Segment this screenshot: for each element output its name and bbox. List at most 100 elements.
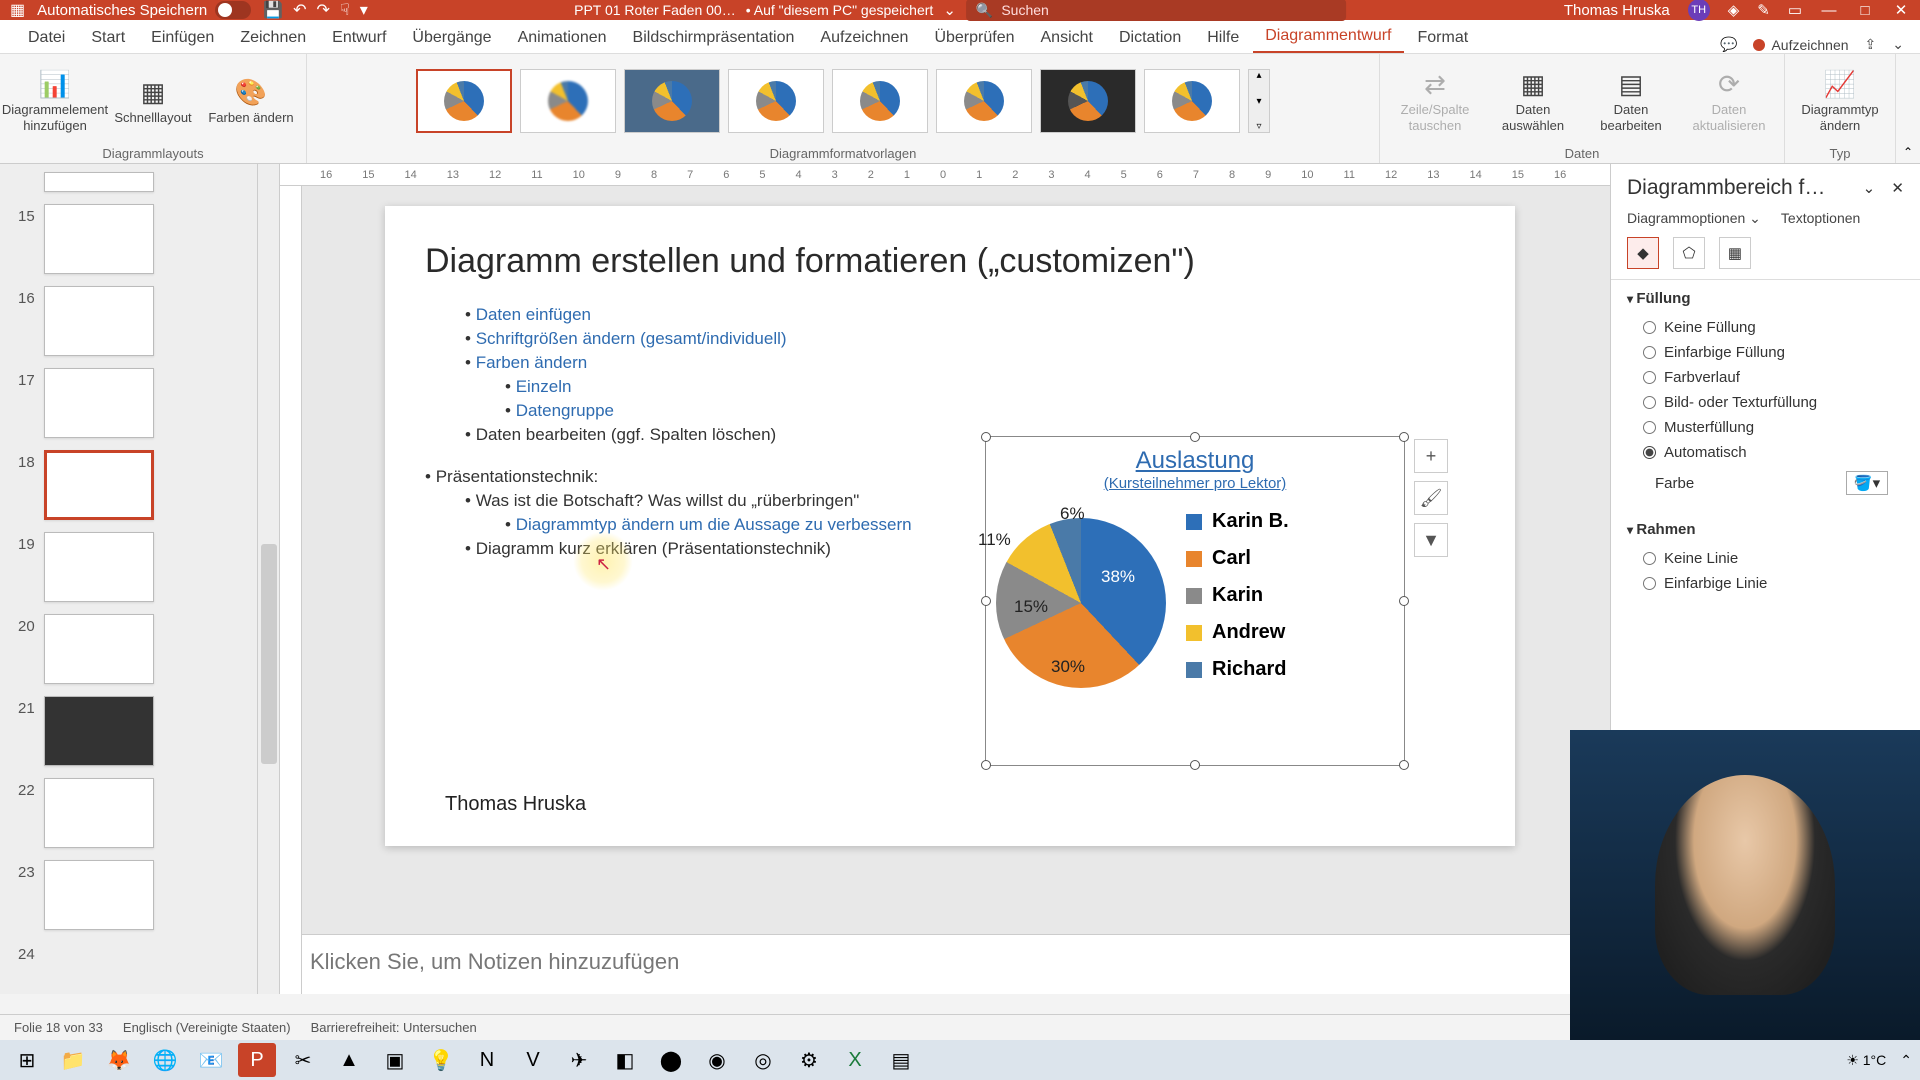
redo-icon[interactable]: ↷ — [317, 0, 330, 20]
chrome-icon[interactable]: 🌐 — [146, 1043, 184, 1077]
fill-line-icon[interactable]: ◆ — [1627, 237, 1659, 269]
minimize-button[interactable]: — — [1820, 1, 1838, 19]
tab-zeichnen[interactable]: Zeichnen — [228, 23, 318, 53]
collapse-ribbon-icon[interactable]: ⌃ — [1903, 145, 1913, 159]
thumb-22[interactable]: 22 — [18, 778, 249, 848]
tab-start[interactable]: Start — [79, 23, 137, 53]
pen-icon[interactable]: ✎ — [1757, 1, 1770, 19]
app-icon[interactable]: 💡 — [422, 1043, 460, 1077]
tab-aufzeichnen[interactable]: Aufzeichnen — [808, 23, 920, 53]
pane-close-icon[interactable]: ✕ — [1891, 180, 1904, 197]
radio-solid-line[interactable]: Einfarbige Linie — [1627, 571, 1904, 596]
style-thumb-2[interactable] — [520, 69, 616, 133]
touch-icon[interactable]: ☟ — [340, 0, 350, 20]
language-status[interactable]: Englisch (Vereinigte Staaten) — [123, 1020, 291, 1035]
app-icon[interactable]: ▣ — [376, 1043, 414, 1077]
user-avatar[interactable]: TH — [1688, 0, 1710, 21]
telegram-icon[interactable]: ✈ — [560, 1043, 598, 1077]
bullet[interactable]: Einzeln — [505, 375, 1475, 399]
file-name[interactable]: PPT 01 Roter Faden 00… — [574, 2, 736, 18]
settings-icon[interactable]: ⚙ — [790, 1043, 828, 1077]
app-icon[interactable]: ▤ — [882, 1043, 920, 1077]
app-icon[interactable]: ◧ — [606, 1043, 644, 1077]
style-thumb-4[interactable] — [728, 69, 824, 133]
thumb-19[interactable]: 19 — [18, 532, 249, 602]
vlc-icon[interactable]: ▲ — [330, 1043, 368, 1077]
maximize-button[interactable]: □ — [1856, 1, 1874, 19]
radio-no-line[interactable]: Keine Linie — [1627, 546, 1904, 571]
notes-input[interactable]: Klicken Sie, um Notizen hinzuzufügen — [280, 934, 1610, 994]
slide-position[interactable]: Folie 18 von 33 — [14, 1020, 103, 1035]
tab-uebergaenge[interactable]: Übergänge — [400, 23, 503, 53]
bullet[interactable]: Schriftgrößen ändern (gesamt/individuell… — [465, 327, 1475, 351]
accessibility-status[interactable]: Barrierefreiheit: Untersuchen — [311, 1020, 477, 1035]
tab-datei[interactable]: Datei — [16, 23, 77, 53]
user-name[interactable]: Thomas Hruska — [1564, 2, 1670, 19]
snip-icon[interactable]: ✂ — [284, 1043, 322, 1077]
tab-ueberpruefen[interactable]: Überprüfen — [922, 23, 1026, 53]
style-thumb-5[interactable] — [832, 69, 928, 133]
change-chart-type-button[interactable]: 📈Diagrammtyp ändern — [1795, 69, 1885, 133]
chart-legend[interactable]: Karin B. Carl Karin Andrew Richard — [1186, 510, 1289, 688]
tab-diagrammentwurf[interactable]: Diagrammentwurf — [1253, 21, 1403, 53]
saved-location[interactable]: • Auf "diesem PC" gespeichert — [746, 2, 934, 18]
tab-format[interactable]: Format — [1406, 23, 1481, 53]
filename-dropdown-icon[interactable]: ⌄ — [943, 1, 956, 19]
explorer-icon[interactable]: 📁 — [54, 1043, 92, 1077]
effects-icon[interactable]: ⬠ — [1673, 237, 1705, 269]
thumb-20[interactable]: 20 — [18, 614, 249, 684]
app-icon[interactable]: ◉ — [698, 1043, 736, 1077]
undo-icon[interactable]: ↶ — [293, 0, 306, 20]
thumb-23[interactable]: 23 — [18, 860, 249, 930]
slide-title[interactable]: Diagramm erstellen und formatieren („cus… — [425, 242, 1475, 281]
chart-styles-icon[interactable]: 🖌 — [1414, 481, 1448, 515]
powerpoint-icon[interactable]: P — [238, 1043, 276, 1077]
thumb-15[interactable]: 15 — [18, 204, 249, 274]
radio-solid-fill[interactable]: Einfarbige Füllung — [1627, 340, 1904, 365]
excel-icon[interactable]: X — [836, 1043, 874, 1077]
radio-no-fill[interactable]: Keine Füllung — [1627, 315, 1904, 340]
bullet[interactable]: Datengruppe — [505, 399, 1475, 423]
bullet[interactable]: Daten einfügen — [465, 303, 1475, 327]
tab-hilfe[interactable]: Hilfe — [1195, 23, 1251, 53]
tab-praesentation[interactable]: Bildschirmpräsentation — [621, 23, 807, 53]
ribbon-collapse-icon[interactable]: ⌄ — [1892, 36, 1904, 53]
chart-title[interactable]: Auslastung — [986, 447, 1404, 475]
firefox-icon[interactable]: 🦊 — [100, 1043, 138, 1077]
outlook-icon[interactable]: 📧 — [192, 1043, 230, 1077]
fill-color-button[interactable]: 🪣▾ — [1846, 471, 1888, 495]
select-data-button[interactable]: ▦Daten auswählen — [1488, 69, 1578, 133]
thumb-24[interactable]: 24 — [18, 942, 249, 963]
chart-object[interactable]: + 🖌 ▼ Auslastung (Kursteilnehmer pro Lek… — [985, 436, 1405, 766]
record-button[interactable]: Aufzeichnen — [1753, 37, 1848, 53]
search-input[interactable]: 🔍 Suchen — [966, 0, 1346, 21]
quick-layout-button[interactable]: ▦Schnelllayout — [108, 77, 198, 126]
qat-more-icon[interactable]: ▾ — [360, 0, 368, 20]
close-button[interactable]: ✕ — [1892, 1, 1910, 19]
tab-entwurf[interactable]: Entwurf — [320, 23, 398, 53]
radio-auto-fill[interactable]: Automatisch — [1627, 440, 1904, 465]
change-colors-button[interactable]: 🎨Farben ändern — [206, 77, 296, 126]
obs-icon[interactable]: ⬤ — [652, 1043, 690, 1077]
save-icon[interactable]: 💾 — [263, 0, 283, 20]
thumb-partial-14[interactable] — [18, 172, 249, 192]
diamond-icon[interactable]: ◈ — [1728, 1, 1740, 19]
app-icon[interactable]: ◎ — [744, 1043, 782, 1077]
chart-add-element-icon[interactable]: + — [1414, 439, 1448, 473]
thumb-16[interactable]: 16 — [18, 286, 249, 356]
chart-subtitle[interactable]: (Kursteilnehmer pro Lektor) — [986, 475, 1404, 492]
app-icon[interactable]: V — [514, 1043, 552, 1077]
edit-data-button[interactable]: ▤Daten bearbeiten — [1586, 69, 1676, 133]
window-icon[interactable]: ▭ — [1788, 1, 1802, 19]
tab-dictation[interactable]: Dictation — [1107, 23, 1193, 53]
onenote-icon[interactable]: N — [468, 1043, 506, 1077]
radio-gradient-fill[interactable]: Farbverlauf — [1627, 365, 1904, 390]
thumb-18[interactable]: 18 — [18, 450, 249, 520]
style-thumb-8[interactable] — [1144, 69, 1240, 133]
slide[interactable]: Diagramm erstellen und formatieren („cus… — [385, 206, 1515, 846]
start-button[interactable]: ⊞ — [8, 1043, 46, 1077]
radio-picture-fill[interactable]: Bild- oder Texturfüllung — [1627, 390, 1904, 415]
style-thumb-6[interactable] — [936, 69, 1032, 133]
author-name[interactable]: Thomas Hruska — [445, 793, 586, 816]
tab-chart-options[interactable]: Diagrammoptionen ⌄ — [1627, 210, 1761, 227]
